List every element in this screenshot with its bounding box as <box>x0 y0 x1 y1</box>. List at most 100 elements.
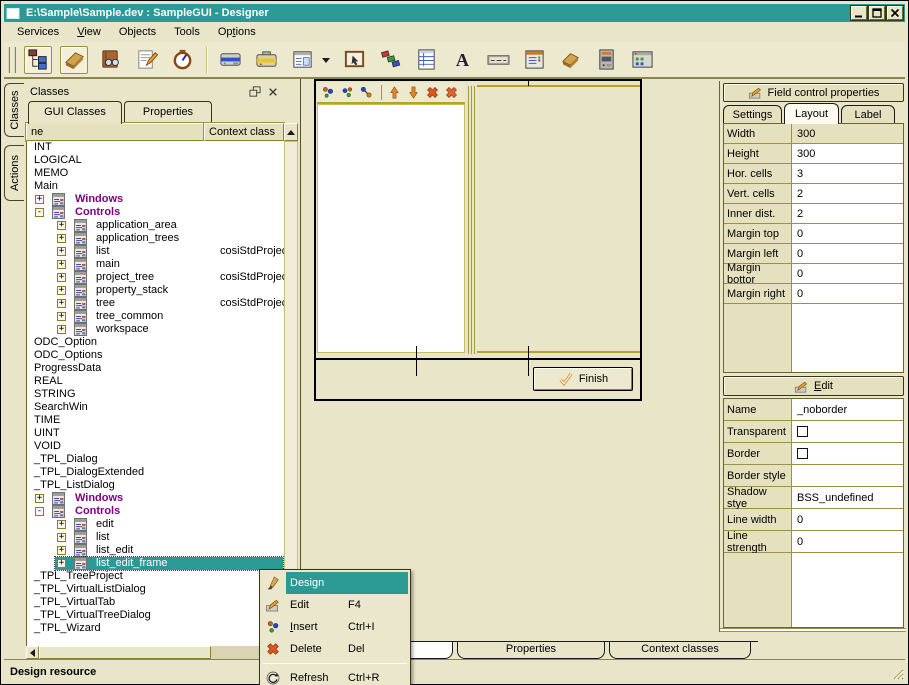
sidebar-tab-classes[interactable]: Classes <box>4 83 24 137</box>
tree-expander[interactable]: + <box>57 299 66 308</box>
tree-expander[interactable]: + <box>57 221 66 230</box>
toolbar-button-clock-icon[interactable] <box>168 46 196 74</box>
property-value[interactable]: _noborder <box>792 399 903 420</box>
tree-row[interactable]: LOGICAL <box>27 154 284 167</box>
property-value[interactable]: 300 <box>792 124 903 143</box>
tree-row[interactable]: -Controls <box>27 505 284 518</box>
toolbar-button-drive-yellow-icon[interactable] <box>252 46 280 74</box>
tree-expander[interactable]: + <box>57 247 66 256</box>
tree-row[interactable]: +property_stack <box>27 284 284 297</box>
property-value[interactable]: 2 <box>792 204 903 223</box>
tree-expander[interactable]: + <box>57 533 66 542</box>
canvas-button-link-node-icon[interactable] <box>358 84 375 101</box>
context-menu-item-refresh[interactable]: RefreshCtrl+R <box>260 667 410 685</box>
column-header-context-class[interactable]: Context class <box>204 123 284 141</box>
canvas-splitter[interactable] <box>468 86 475 354</box>
close-button[interactable] <box>887 6 903 20</box>
tree-row[interactable]: +list_edit_frame <box>27 557 284 570</box>
tree-expander[interactable]: + <box>57 325 66 334</box>
toolbar-button-drive-blue-icon[interactable] <box>216 46 244 74</box>
tree-expander[interactable]: + <box>35 494 44 503</box>
context-menu-item-design[interactable]: Design <box>260 572 410 594</box>
tree-row[interactable]: +tree_common <box>27 310 284 323</box>
tab-gui-classes[interactable]: GUI Classes <box>28 101 122 124</box>
toolbar-button-form-list-icon[interactable] <box>520 46 548 74</box>
property-value[interactable] <box>792 465 903 486</box>
tree-expander[interactable]: + <box>57 520 66 529</box>
canvas-right-pane[interactable] <box>477 85 640 353</box>
field-control-properties-button[interactable]: Field control properties <box>723 83 904 102</box>
tree-row[interactable]: +workspace <box>27 323 284 336</box>
tree-row[interactable]: _TPL_VirtualTreeDialog <box>27 609 284 622</box>
tree-expander[interactable]: + <box>57 273 66 282</box>
context-menu-item-delete[interactable]: DeleteDel <box>260 638 410 660</box>
resize-grip[interactable] <box>890 666 904 680</box>
tree-expander[interactable]: + <box>57 234 66 243</box>
tree-expander[interactable]: + <box>57 312 66 321</box>
tree-row[interactable]: _TPL_Dialog <box>27 453 284 466</box>
canvas-button-move-down-icon[interactable] <box>405 84 422 101</box>
toolbar-button-mini-edit-icon[interactable] <box>484 46 512 74</box>
tree-row[interactable]: MEMO <box>27 167 284 180</box>
property-value[interactable]: 3 <box>792 164 903 183</box>
tree-row[interactable]: -Controls <box>27 206 284 219</box>
tree-row[interactable]: VOID <box>27 440 284 453</box>
tab-layout[interactable]: Layout <box>784 103 839 124</box>
tree-row[interactable]: REAL <box>27 375 284 388</box>
menu-item-options[interactable]: Options <box>209 23 265 41</box>
column-header-name[interactable]: ne <box>26 123 204 141</box>
tree-row[interactable]: +listcosiStdProjec... <box>27 245 284 258</box>
tree-row[interactable]: SearchWin <box>27 401 284 414</box>
toolbar-button-table-icon[interactable] <box>412 46 440 74</box>
tree-expander[interactable]: + <box>35 195 44 204</box>
toolbar-button-image-icon[interactable] <box>340 46 368 74</box>
dropdown-arrow-icon[interactable] <box>322 58 330 67</box>
canvas-button-insert-child-node-icon[interactable] <box>339 84 356 101</box>
tree-expander[interactable]: + <box>57 559 66 568</box>
toolbar-button-font-icon[interactable]: A <box>448 46 476 74</box>
checkbox-unchecked[interactable] <box>797 426 808 437</box>
property-value[interactable]: BSS_undefined <box>792 487 903 508</box>
scrollbar-up-button[interactable] <box>284 123 298 141</box>
property-value[interactable] <box>792 443 903 464</box>
tree-expander[interactable]: - <box>35 208 44 217</box>
tree-row[interactable]: +Windows <box>27 492 284 505</box>
tree-row[interactable]: _TPL_Wizard <box>27 622 284 635</box>
checkbox-unchecked[interactable] <box>797 448 808 459</box>
toolbar-button-dialog-window-icon[interactable] <box>628 46 656 74</box>
canvas-button-delete-icon[interactable] <box>424 84 441 101</box>
tab-label[interactable]: Label <box>841 105 895 124</box>
property-value[interactable]: 2 <box>792 184 903 203</box>
tree-row[interactable]: +treecosiStdProjec... <box>27 297 284 310</box>
toolbar-button-edit-document-icon[interactable] <box>132 46 160 74</box>
minimize-button[interactable] <box>851 6 867 20</box>
tree-row[interactable]: +list_edit <box>27 544 284 557</box>
scrollbar-left-button[interactable] <box>26 646 39 659</box>
menu-item-view[interactable]: View <box>68 23 110 41</box>
tree-row[interactable]: +application_area <box>27 219 284 232</box>
toolbar-button-eraser-icon[interactable] <box>60 46 88 74</box>
tree-row[interactable]: _TPL_ListDialog <box>27 479 284 492</box>
property-value[interactable]: 0 <box>792 509 903 530</box>
context-menu-item-edit[interactable]: EditF4 <box>260 594 410 616</box>
tree-row[interactable]: _TPL_TreeProject <box>27 570 284 583</box>
menu-item-tools[interactable]: Tools <box>165 23 209 41</box>
menu-item-objects[interactable]: Objects <box>110 23 165 41</box>
view-tab-properties[interactable]: Properties <box>457 642 605 659</box>
tree-row[interactable]: +application_trees <box>27 232 284 245</box>
edit-section-button[interactable]: Edit <box>723 376 904 396</box>
sidebar-tab-actions[interactable]: Actions <box>4 145 24 201</box>
tree-row[interactable]: _TPL_VirtualTab <box>27 596 284 609</box>
float-panel-icon[interactable] <box>248 85 262 98</box>
tree-row[interactable]: +main <box>27 258 284 271</box>
property-value[interactable] <box>792 421 903 442</box>
tree-row[interactable]: +list <box>27 531 284 544</box>
close-panel-icon[interactable] <box>266 85 280 98</box>
canvas-button-move-up-icon[interactable] <box>386 84 403 101</box>
toolbar-button-book-icon[interactable] <box>96 46 124 74</box>
menu-item-services[interactable]: Services <box>8 23 68 41</box>
tree-row[interactable]: +project_treecosiStdProjec... <box>27 271 284 284</box>
tree-expander[interactable]: + <box>57 260 66 269</box>
tab-properties[interactable]: Properties <box>124 101 212 123</box>
title-bar[interactable]: E:\Sample\Sample.dev : SampleGUI - Desig… <box>4 4 905 22</box>
